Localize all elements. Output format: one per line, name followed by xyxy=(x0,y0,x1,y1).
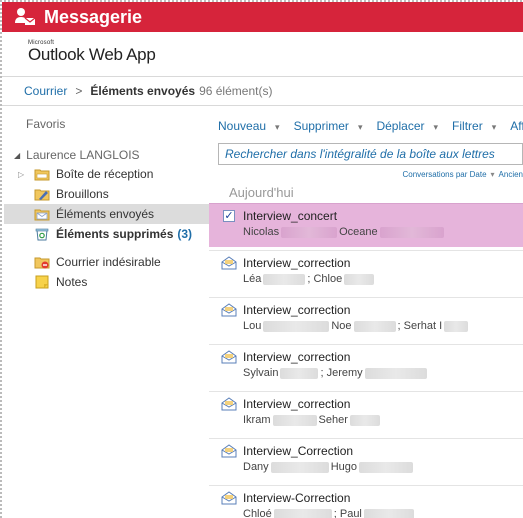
breadcrumb-separator: > xyxy=(75,84,83,98)
message-row[interactable]: Interview_correction Ikram Seher xyxy=(209,391,523,435)
recycle-bin-icon xyxy=(34,227,50,244)
sidebar-item-drafts[interactable]: Brouillons xyxy=(4,184,209,204)
redacted-block xyxy=(280,367,319,379)
sidebar-item-notes[interactable]: Notes xyxy=(4,272,209,292)
message-list-pane: Nouveau ▾ Supprimer ▾ Déplacer ▾ Filtrer ▾ A… xyxy=(209,107,523,518)
toolbar: Nouveau ▾ Supprimer ▾ Déplacer ▾ Filtrer ▾ A… xyxy=(218,119,523,133)
sidebar-item-sent-items[interactable]: Éléments envoyés xyxy=(4,204,209,224)
view-button[interactable]: Aff xyxy=(510,119,523,133)
message-row[interactable]: Interview_Correction Dany Hugo xyxy=(209,438,523,482)
new-button[interactable]: Nouveau ▾ xyxy=(218,119,287,133)
message-recipients: Ikram Seher xyxy=(243,414,382,426)
sidebar-item-inbox[interactable]: ▷ Boîte de réception xyxy=(4,164,209,184)
breadcrumb-courrier-link[interactable]: Courrier xyxy=(24,84,67,98)
collapse-triangle-icon[interactable]: ◢ xyxy=(14,151,20,160)
sent-items-icon xyxy=(34,207,50,224)
envelope-read-icon xyxy=(221,350,237,369)
message-subject: Interview_concert xyxy=(243,209,338,223)
sidebar-item-label: Éléments supprimés (3) xyxy=(56,227,193,241)
messagerie-logo-icon xyxy=(14,6,36,28)
redacted-block xyxy=(273,508,332,518)
envelope-read-icon xyxy=(221,397,237,416)
redacted-block xyxy=(364,367,427,379)
message-recipients: Sylvain ; Jeremy xyxy=(243,367,429,379)
sidebar-item-deleted-items[interactable]: Éléments supprimés (3) xyxy=(4,224,209,244)
deleted-count-badge: (3) xyxy=(177,227,193,241)
redacted-block xyxy=(349,414,380,426)
message-recipients: Lou Noe ; Serhat I xyxy=(243,320,470,332)
envelope-read-icon xyxy=(221,256,237,275)
redacted-block xyxy=(263,320,330,332)
chevron-down-icon: ▾ xyxy=(490,170,495,179)
message-subject: Interview_correction xyxy=(243,303,351,317)
folder-pane: Favoris ◢ Laurence LANGLOIS ▷ Boîte de r… xyxy=(2,107,209,518)
redacted-block xyxy=(344,273,375,285)
message-subject: Interview_correction xyxy=(243,397,351,411)
sort-bar: Conversations par Date ▾ Ancien xyxy=(402,170,523,179)
sidebar-item-label: Notes xyxy=(56,275,88,289)
message-row[interactable]: Interview_correction Lou Noe ; Serhat I xyxy=(209,297,523,341)
inbox-folder-icon xyxy=(34,167,50,184)
message-row[interactable]: ✓ Interview_concert Nicolas Oceane xyxy=(209,203,523,247)
envelope-read-icon xyxy=(221,303,237,322)
filter-button[interactable]: Filtrer ▾ xyxy=(452,119,503,133)
delete-button[interactable]: Supprimer ▾ xyxy=(294,119,370,133)
chevron-down-icon: ▾ xyxy=(433,122,439,132)
redacted-block xyxy=(281,226,338,238)
sidebar-item-label: Boîte de réception xyxy=(56,167,154,181)
message-recipients: Chloé ; Paul xyxy=(243,508,416,518)
group-header-today: Aujourd'hui xyxy=(229,185,294,200)
envelope-read-icon xyxy=(221,444,237,463)
redacted-block xyxy=(379,226,444,238)
breadcrumb-current-folder: Éléments envoyés xyxy=(90,84,196,98)
redacted-block xyxy=(444,320,469,332)
redacted-block xyxy=(353,320,396,332)
redacted-block xyxy=(363,508,414,518)
chevron-down-icon: ▾ xyxy=(357,122,363,132)
sidebar-item-label: Éléments envoyés xyxy=(56,207,155,221)
move-button[interactable]: Déplacer ▾ xyxy=(376,119,445,133)
message-subject: Interview-Correction xyxy=(243,491,351,505)
chevron-down-icon: ▾ xyxy=(491,122,497,132)
sort-order-button[interactable]: Ancien xyxy=(499,170,523,179)
message-recipients: Dany Hugo xyxy=(243,461,415,473)
redacted-block xyxy=(272,414,317,426)
breadcrumb: Courrier > Éléments envoyés 96 élément(s… xyxy=(2,76,523,106)
redacted-block xyxy=(270,461,329,473)
sidebar-item-label: Courrier indésirable xyxy=(56,255,161,269)
outlook-web-app-logo: Microsoft Outlook Web App xyxy=(28,40,156,65)
account-name: Laurence LANGLOIS xyxy=(26,148,140,162)
junk-mail-icon xyxy=(34,255,50,272)
message-row[interactable]: Interview_correction Léa ; Chloe xyxy=(209,250,523,294)
drafts-icon xyxy=(34,187,50,204)
checkbox-checked-icon[interactable]: ✓ xyxy=(223,210,235,222)
item-count: 96 élément(s) xyxy=(199,84,273,98)
sort-by-button[interactable]: Conversations par Date xyxy=(402,170,486,179)
redacted-block xyxy=(263,273,306,285)
message-row[interactable]: Interview_correction Sylvain ; Jeremy xyxy=(209,344,523,388)
chevron-down-icon: ▾ xyxy=(275,122,280,132)
expand-arrow-icon[interactable]: ▷ xyxy=(18,170,24,179)
message-subject: Interview_correction xyxy=(243,256,351,270)
message-subject: Interview_correction xyxy=(243,350,351,364)
product-name: Outlook Web App xyxy=(28,45,156,64)
envelope-read-icon xyxy=(221,491,237,510)
message-subject: Interview_Correction xyxy=(243,444,354,458)
search-input[interactable]: Rechercher dans l'intégralité de la boît… xyxy=(218,143,523,165)
notes-icon xyxy=(34,275,50,292)
message-recipients: Léa ; Chloe xyxy=(243,273,376,285)
favorites-header[interactable]: Favoris xyxy=(26,117,65,131)
sidebar-item-junk-mail[interactable]: Courrier indésirable xyxy=(4,252,209,272)
app-title: Messagerie xyxy=(44,6,143,27)
message-row[interactable]: Interview-Correction Chloé ; Paul xyxy=(209,485,523,518)
mailbox-account[interactable]: ◢ Laurence LANGLOIS xyxy=(14,148,140,162)
redacted-block xyxy=(358,461,413,473)
app-header: Messagerie xyxy=(2,2,523,32)
sidebar-item-label: Brouillons xyxy=(56,187,109,201)
message-recipients: Nicolas Oceane xyxy=(243,226,446,238)
